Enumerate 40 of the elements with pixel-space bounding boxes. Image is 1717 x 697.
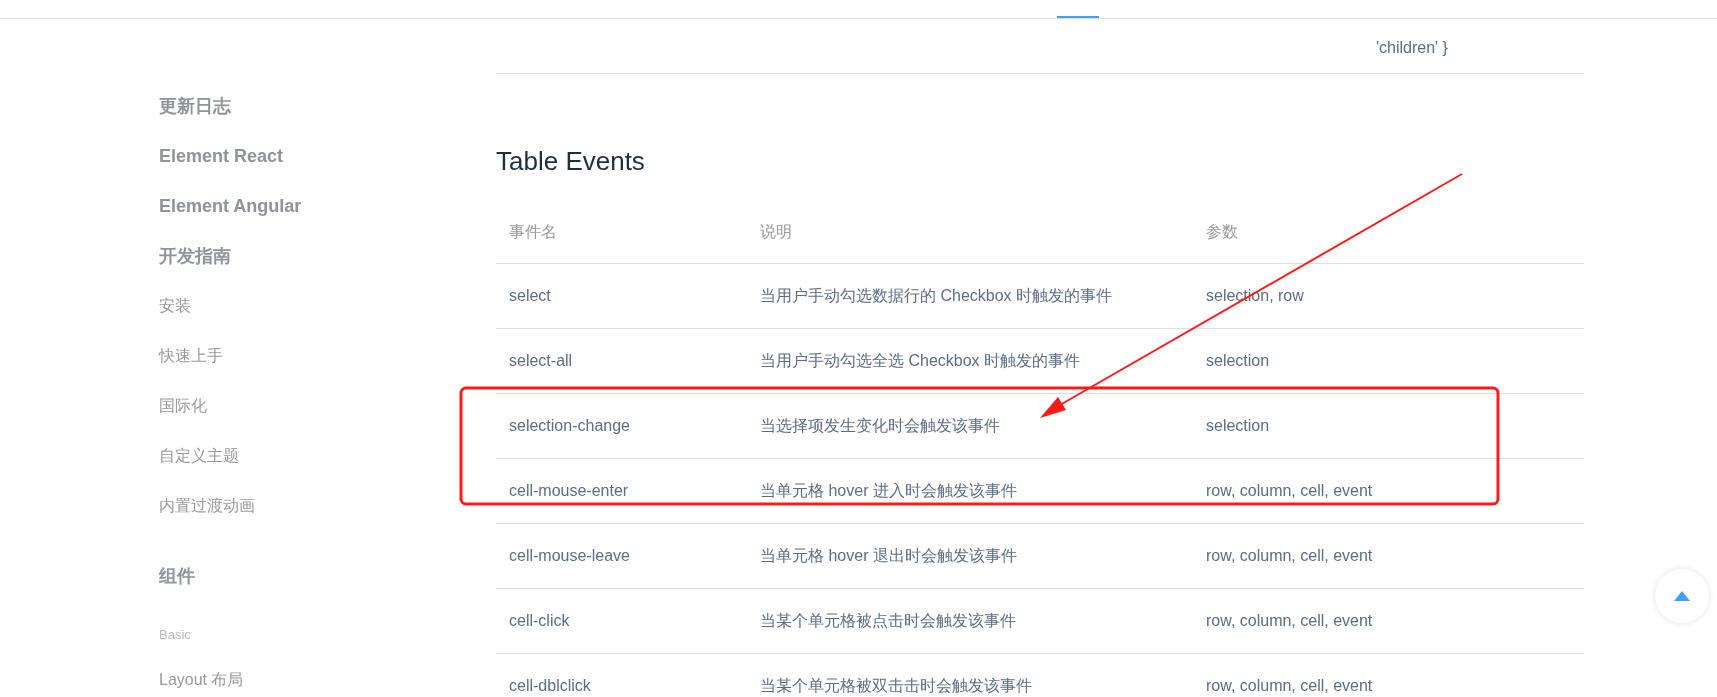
- sidebar-item[interactable]: 安装: [159, 294, 191, 318]
- sidebar-item[interactable]: 自定义主题: [159, 444, 239, 468]
- table-cell: select-all: [509, 352, 573, 369]
- table-cell: 'children' }: [1376, 39, 1448, 56]
- column-header: 说明: [760, 222, 792, 240]
- table-cell: row, column, cell, event: [1206, 482, 1373, 499]
- sidebar-group-label: Basic: [159, 626, 191, 645]
- table-cell: selection: [1206, 352, 1270, 369]
- header-active-indicator: [1057, 16, 1099, 18]
- sidebar-heading[interactable]: 组件: [159, 562, 195, 590]
- table-cell: 当用户手动勾选数据行的 Checkbox 时触发的事件: [760, 287, 1113, 304]
- table-cell: selection-change: [509, 417, 630, 434]
- table-cell: select: [509, 287, 551, 304]
- column-header: 事件名: [509, 222, 557, 240]
- table-cell: row, column, cell, event: [1206, 547, 1373, 564]
- sidebar-heading[interactable]: 开发指南: [159, 242, 231, 270]
- table-cell: 当单元格 hover 进入时会触发该事件: [760, 482, 1017, 499]
- back-to-top-button[interactable]: [1655, 569, 1709, 623]
- sidebar-item[interactable]: Layout 布局: [159, 668, 244, 692]
- table-cell: cell-click: [509, 612, 570, 629]
- sidebar-heading[interactable]: Element React: [159, 142, 284, 170]
- table-cell: cell-mouse-enter: [509, 482, 629, 499]
- table-cell: 当某个单元格被双击击时会触发该事件: [760, 677, 1032, 694]
- table-cell: 当用户手动勾选全选 Checkbox 时触发的事件: [760, 352, 1081, 369]
- sidebar-item[interactable]: 内置过渡动画: [159, 494, 255, 518]
- table-cell: selection: [1206, 417, 1270, 434]
- table-cell: cell-mouse-leave: [509, 547, 630, 564]
- table-cell: row, column, cell, event: [1206, 677, 1373, 694]
- table-cell: row, column, cell, event: [1206, 612, 1373, 629]
- sidebar-heading[interactable]: 更新日志: [159, 92, 231, 120]
- sidebar-item[interactable]: 国际化: [159, 394, 207, 418]
- caret-up-icon: [1674, 591, 1690, 601]
- section-title: Table Events: [496, 145, 645, 178]
- table-cell: 当单元格 hover 退出时会触发该事件: [760, 547, 1017, 564]
- sidebar-heading[interactable]: Element Angular: [159, 192, 302, 220]
- column-header: 参数: [1206, 222, 1238, 240]
- sidebar-item[interactable]: 快速上手: [159, 344, 223, 368]
- table-cell: cell-dblclick: [509, 677, 591, 694]
- table-cell: 当选择项发生变化时会触发该事件: [760, 417, 1000, 434]
- table-cell: 当某个单元格被点击时会触发该事件: [760, 612, 1016, 629]
